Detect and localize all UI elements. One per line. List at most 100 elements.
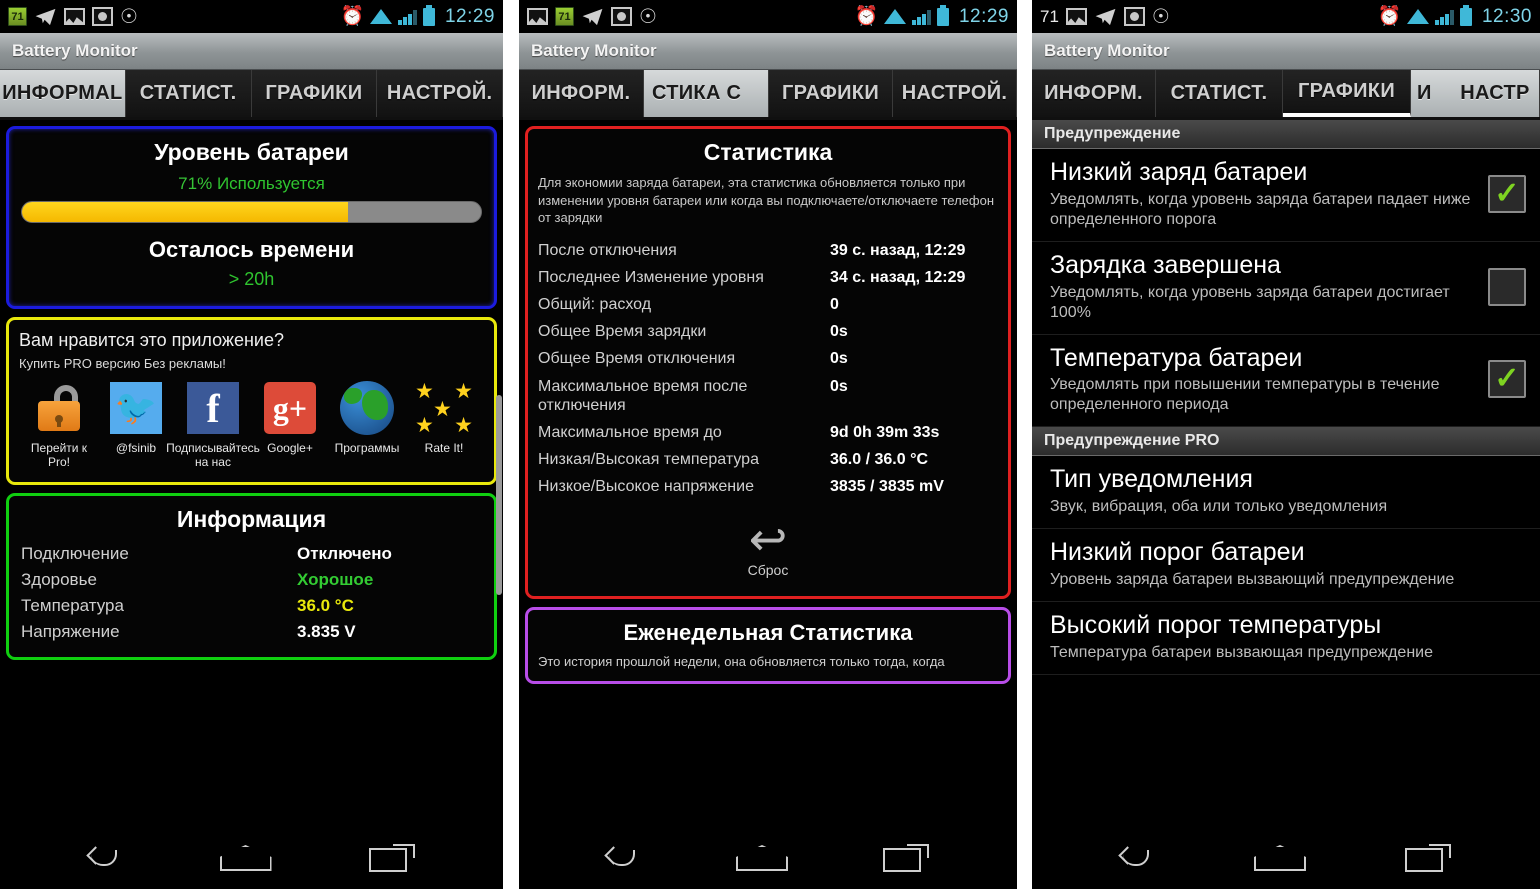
tab-settings[interactable]: НАСТР bbox=[1451, 70, 1540, 117]
battery-state-label: Используется bbox=[216, 174, 325, 193]
camera-icon bbox=[1123, 7, 1145, 26]
stat-key-low-high-temperature: Низкая/Высокая температура bbox=[538, 451, 759, 469]
tab-settings[interactable]: НАСТРОЙ. bbox=[377, 70, 503, 117]
phone-screen-information: 71 ☉ ⏰ 12:29 Battery Monitor ИНФОРМАL СТ… bbox=[0, 0, 503, 889]
statistics-content: Статистика Для экономии заряда батареи, … bbox=[519, 120, 1017, 827]
battery-icon bbox=[422, 4, 435, 26]
battery-badge-icon: 71 bbox=[1040, 6, 1059, 26]
recents-icon[interactable] bbox=[1404, 844, 1451, 872]
home-icon[interactable] bbox=[219, 845, 272, 871]
promo-item-twitter[interactable]: 🐦 @fsinib bbox=[98, 379, 174, 456]
back-icon[interactable] bbox=[607, 846, 641, 870]
setting-item-notification-type[interactable]: Тип уведомления Звук, вибрация, оба или … bbox=[1032, 456, 1540, 529]
battery-badge-icon: 71 bbox=[8, 7, 27, 26]
alarm-icon: ⏰ bbox=[854, 6, 879, 27]
tab-statistics[interactable]: СТАТИСТ. bbox=[125, 70, 252, 117]
battery-progress-fill bbox=[22, 202, 348, 222]
status-bar-clock: 12:29 bbox=[958, 5, 1009, 27]
setting-item-battery-temperature[interactable]: Температура батареи Уведомлять при повыш… bbox=[1032, 335, 1540, 428]
stat-row-max-time-after-unplug: Максимальное время после отключения 0s bbox=[538, 373, 998, 419]
status-bar-clock: 12:30 bbox=[1481, 5, 1532, 27]
google-plus-icon: g+ bbox=[261, 379, 319, 437]
unlock-icon bbox=[30, 379, 88, 437]
promo-item-facebook[interactable]: f Подписывайтесь на нас bbox=[166, 379, 260, 470]
tab-graphs[interactable]: ГРАФИКИ bbox=[769, 70, 893, 117]
promo-card: Вам нравится это приложение? Купить PRO … bbox=[6, 317, 497, 485]
check-icon: ✓ bbox=[1494, 362, 1520, 396]
stars-icon: ★ ★ ★ ★ ★ bbox=[415, 380, 473, 437]
tab-graphs[interactable]: ГРАФИКИ bbox=[251, 70, 378, 117]
setting-item-low-battery[interactable]: Низкий заряд батареи Уведомлять, когда у… bbox=[1032, 149, 1540, 242]
battery-badge-icon: 71 bbox=[555, 7, 574, 26]
status-bar-clock: 12:29 bbox=[444, 5, 495, 27]
stat-row-total-unplug-time: Общее Время отключения 0s bbox=[538, 345, 998, 372]
battery-level-title: Уровень батареи bbox=[154, 139, 349, 165]
promo-item-googleplus[interactable]: g+ Google+ bbox=[252, 379, 328, 456]
tab-information[interactable]: ИНФОРМАL bbox=[0, 70, 126, 117]
status-bar: 71 ☉ ⏰ 12:29 bbox=[0, 0, 503, 33]
settings-list: Предупреждение Низкий заряд батареи Увед… bbox=[1032, 120, 1540, 827]
setting-title-low-battery: Низкий заряд батареи bbox=[1050, 158, 1308, 186]
tab-statistics[interactable]: СТАТИСТ. bbox=[1156, 70, 1283, 117]
tab-bar: ИНФОРМАL СТАТИСТ. ГРАФИКИ НАСТРОЙ. bbox=[0, 70, 503, 120]
stat-value-total-unplug-time: 0s bbox=[830, 350, 848, 368]
setting-text-low-threshold: Низкий порог батареи Уровень заряда бата… bbox=[1050, 538, 1526, 590]
undo-arrow-icon: ↩ bbox=[748, 512, 788, 565]
tab-statistics[interactable]: СТИКА С bbox=[644, 70, 769, 117]
stat-row-since-unplug: После отключения 39 с. назад, 12:29 bbox=[538, 237, 998, 264]
recents-icon[interactable] bbox=[883, 844, 930, 872]
setting-title-high-temp-threshold: Высокий порог температуры bbox=[1050, 610, 1382, 639]
gallery-icon bbox=[64, 8, 85, 25]
back-icon[interactable] bbox=[89, 846, 123, 870]
alarm-icon: ⏰ bbox=[1377, 6, 1402, 27]
home-icon[interactable] bbox=[1253, 845, 1306, 871]
app-title: Battery Monitor bbox=[531, 41, 657, 60]
recents-icon[interactable] bbox=[368, 844, 415, 872]
panel-divider-1 bbox=[503, 0, 519, 889]
tab-information[interactable]: ИНФОРМ. bbox=[1032, 70, 1156, 117]
telegram-icon bbox=[1095, 8, 1116, 25]
setting-subtitle-notification-type: Звук, вибрация, оба или только уведомлен… bbox=[1050, 498, 1388, 515]
setting-subtitle-charge-complete: Уведомлять, когда уровень заряда батареи… bbox=[1050, 283, 1450, 321]
whatsapp-icon: ☉ bbox=[639, 5, 657, 28]
setting-item-low-threshold[interactable]: Низкий порог батареи Уровень заряда бата… bbox=[1032, 529, 1540, 602]
promo-question: Вам нравится это приложение? bbox=[19, 330, 284, 350]
globe-icon bbox=[338, 379, 396, 437]
check-icon: ✓ bbox=[1494, 176, 1520, 210]
stat-row-low-high-temperature: Низкая/Высокая температура 36.0 / 36.0 °… bbox=[538, 446, 998, 473]
battery-percent-value: 71% bbox=[178, 174, 213, 193]
tab-graphs[interactable]: ГРАФИКИ bbox=[1283, 70, 1411, 117]
status-bar-left-icons: 71 ☉ bbox=[1040, 7, 1170, 27]
stat-row-max-time-until: Максимальное время до 9d 0h 39m 33s bbox=[538, 419, 998, 446]
signal-icon bbox=[912, 9, 931, 25]
setting-item-high-temp-threshold[interactable]: Высокий порог температуры Температура ба… bbox=[1032, 602, 1540, 675]
checkbox-low-battery[interactable]: ✓ bbox=[1488, 174, 1526, 213]
three-phone-screenshots: 71 ☉ ⏰ 12:29 Battery Monitor ИНФОРМАL СТ… bbox=[0, 0, 1540, 889]
info-key-health: Здоровье bbox=[21, 569, 97, 589]
promo-item-pro[interactable]: Перейти к Pro! bbox=[21, 379, 97, 470]
battery-percent-line: 71% Используется bbox=[19, 174, 484, 194]
promo-label-googleplus: Google+ bbox=[267, 441, 313, 455]
tab-settings[interactable]: НАСТРОЙ. bbox=[893, 70, 1017, 117]
tab-bar: ИНФОРМ. СТИКА С ГРАФИКИ НАСТРОЙ. bbox=[519, 70, 1017, 120]
remaining-time-title: Осталось времени bbox=[148, 237, 355, 262]
section-header-warning-pro: Предупреждение PRO bbox=[1032, 427, 1540, 457]
home-icon[interactable] bbox=[735, 845, 788, 871]
checkbox-battery-temperature[interactable]: ✓ bbox=[1488, 360, 1526, 399]
battery-icon bbox=[1459, 4, 1472, 26]
phone-screen-statistics: 71 ☉ ⏰ 12:29 Battery Monitor ИНФОРМ. СТИ… bbox=[519, 0, 1017, 889]
stat-key-total-consumption: Общий: расход bbox=[538, 296, 652, 314]
promo-item-apps[interactable]: Программы bbox=[329, 379, 405, 456]
tab-information[interactable]: ИНФОРМ. bbox=[519, 70, 644, 117]
back-icon[interactable] bbox=[1121, 846, 1155, 870]
status-bar-right-icons: ⏰ 12:29 bbox=[341, 4, 495, 28]
checkbox-charge-complete[interactable] bbox=[1488, 267, 1526, 306]
promo-label-facebook: Подписывайтесь на нас bbox=[166, 441, 260, 469]
promo-label-twitter: @fsinib bbox=[115, 441, 157, 455]
stat-key-max-time-after-unplug: Максимальное время после отключения bbox=[538, 377, 748, 414]
promo-item-rate[interactable]: ★ ★ ★ ★ ★ Rate It! bbox=[406, 379, 482, 456]
reset-button[interactable]: ↩ Сброс bbox=[538, 512, 998, 584]
setting-item-charge-complete[interactable]: Зарядка завершена Уведомлять, когда уров… bbox=[1032, 242, 1540, 335]
tab-graphs-overflow[interactable]: И bbox=[1411, 70, 1451, 117]
vertical-scrollbar[interactable] bbox=[496, 395, 502, 595]
